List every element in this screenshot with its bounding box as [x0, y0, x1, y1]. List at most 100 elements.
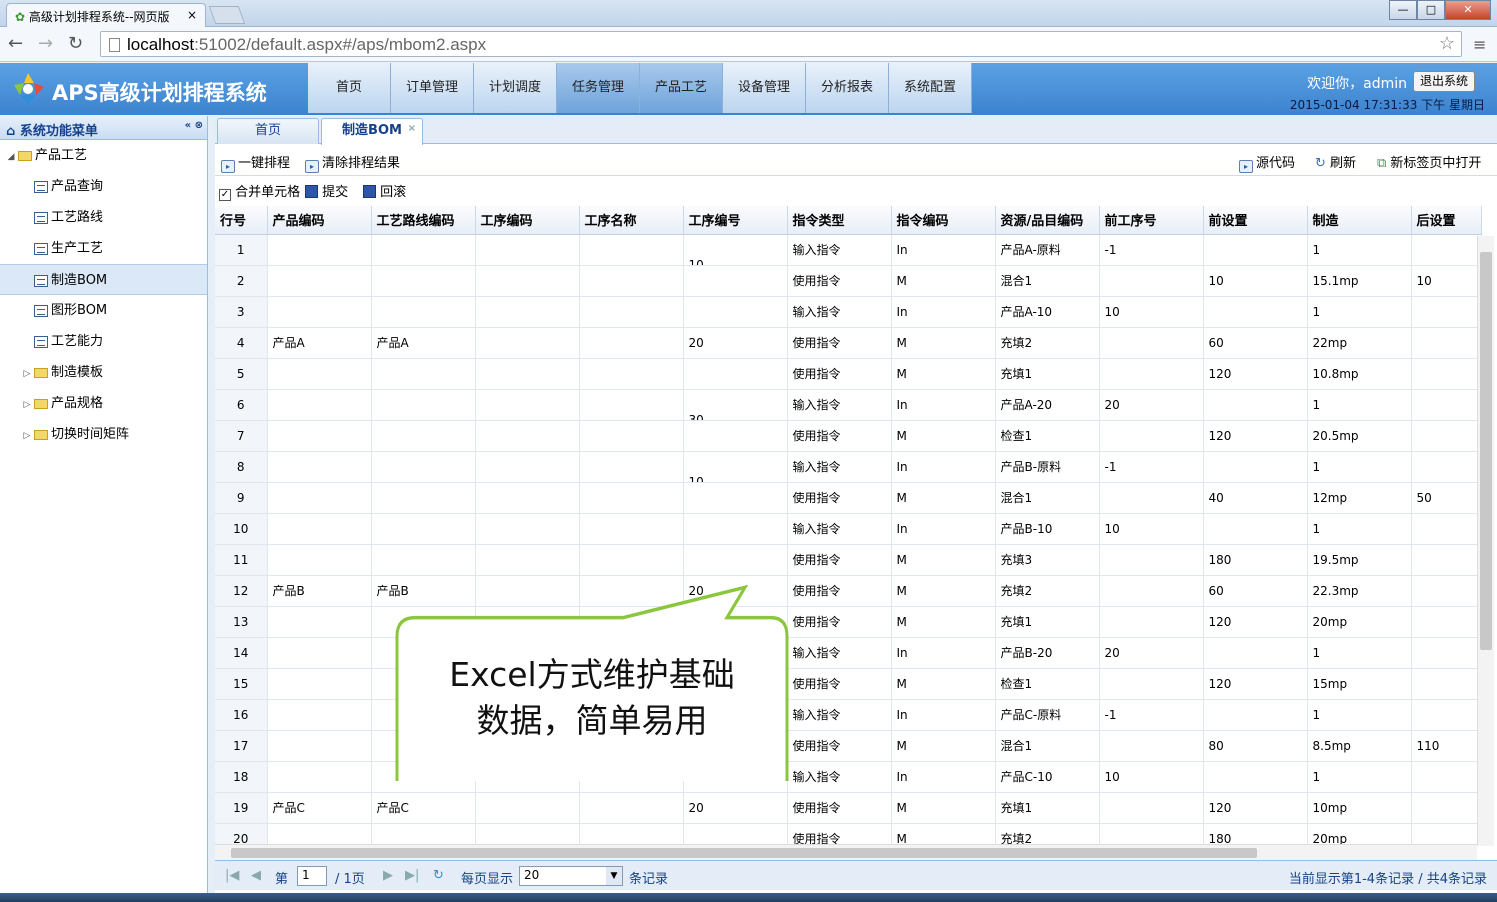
tree-item-manufacturing-bom[interactable]: 制造BOM [0, 264, 207, 295]
table-cell[interactable] [371, 482, 476, 514]
table-cell[interactable] [267, 761, 372, 793]
table-cell[interactable] [1099, 823, 1204, 846]
table-cell[interactable]: 180 [1203, 823, 1308, 846]
table-cell[interactable]: 30 [683, 389, 788, 421]
table-cell[interactable] [579, 544, 684, 576]
table-cell[interactable]: In [891, 389, 996, 421]
table-cell[interactable]: 60 [1203, 327, 1308, 359]
table-cell[interactable]: 120 [1203, 358, 1308, 390]
table-cell[interactable] [1411, 637, 1482, 669]
table-cell[interactable] [475, 327, 580, 359]
table-cell[interactable] [1203, 296, 1308, 328]
table-row[interactable]: 11 使用指令 M 充填3 180 19.5mp [215, 544, 1482, 576]
table-cell[interactable] [475, 451, 580, 483]
table-cell[interactable] [1099, 544, 1204, 576]
table-row[interactable]: 20 使用指令 M 充填2 180 20mp [215, 823, 1482, 846]
table-row[interactable]: 6 30 输入指令 In 产品A-20 20 1 [215, 389, 1482, 421]
table-cell[interactable] [579, 513, 684, 545]
table-row[interactable]: 9 使用指令 M 混合1 40 12mp 50 [215, 482, 1482, 514]
table-cell[interactable]: 1 [1307, 296, 1412, 328]
table-cell[interactable]: 使用指令 [787, 668, 892, 700]
table-cell[interactable] [371, 389, 476, 421]
maximize-button[interactable]: □ [1417, 0, 1445, 20]
panel-splitter[interactable] [208, 116, 215, 902]
table-cell[interactable]: 产品B [267, 575, 372, 607]
table-cell[interactable]: 输入指令 [787, 699, 892, 731]
table-cell[interactable] [371, 420, 476, 452]
table-cell[interactable] [475, 544, 580, 576]
table-cell[interactable]: 输入指令 [787, 451, 892, 483]
table-cell[interactable] [1411, 420, 1482, 452]
table-cell[interactable] [371, 358, 476, 390]
table-cell[interactable] [371, 265, 476, 297]
table-cell[interactable]: 混合1 [995, 730, 1100, 762]
table-cell[interactable]: 使用指令 [787, 730, 892, 762]
table-row[interactable]: 8 10 输入指令 In 产品B-原料 -1 1 [215, 451, 1482, 483]
column-header[interactable]: 指令编码 [891, 206, 996, 235]
table-cell[interactable]: 充填3 [995, 544, 1100, 576]
table-cell[interactable]: M [891, 575, 996, 607]
close-tab-icon[interactable]: × [408, 117, 416, 141]
table-cell[interactable]: M [891, 358, 996, 390]
tree-item-product-query[interactable]: 产品查询 [0, 171, 207, 202]
table-cell[interactable]: 22.3mp [1307, 575, 1412, 607]
table-cell[interactable] [579, 420, 684, 452]
table-cell[interactable] [1411, 358, 1482, 390]
table-cell[interactable] [267, 451, 372, 483]
table-cell[interactable]: 产品A-20 [995, 389, 1100, 421]
table-cell[interactable]: In [891, 234, 996, 266]
table-cell[interactable]: 产品C-10 [995, 761, 1100, 793]
expanded-arrow-icon[interactable]: ◢ [4, 142, 18, 173]
table-row[interactable]: 1 10 输入指令 In 产品A-原料 -1 1 [215, 234, 1482, 266]
table-cell[interactable]: 40 [1203, 482, 1308, 514]
table-cell[interactable]: In [891, 637, 996, 669]
table-cell[interactable] [1203, 513, 1308, 545]
table-cell[interactable]: 检查1 [995, 420, 1100, 452]
table-cell[interactable] [475, 482, 580, 514]
table-cell[interactable]: In [891, 513, 996, 545]
new-tab-button[interactable] [208, 6, 246, 24]
table-cell[interactable] [267, 544, 372, 576]
table-cell[interactable] [267, 730, 372, 762]
table-cell[interactable] [267, 296, 372, 328]
table-cell[interactable] [1411, 234, 1482, 266]
table-cell[interactable]: 检查1 [995, 668, 1100, 700]
table-cell[interactable]: 10.8mp [1307, 358, 1412, 390]
table-cell[interactable] [475, 389, 580, 421]
table-cell[interactable] [1099, 420, 1204, 452]
table-cell[interactable] [1203, 389, 1308, 421]
table-cell[interactable] [683, 482, 788, 514]
column-header[interactable]: 工艺路线编码 [371, 206, 476, 235]
table-cell[interactable]: 1 [1307, 637, 1412, 669]
table-cell[interactable]: 产品A [371, 327, 476, 359]
table-cell[interactable] [579, 327, 684, 359]
table-cell[interactable]: 输入指令 [787, 637, 892, 669]
table-cell[interactable] [1411, 668, 1482, 700]
table-cell[interactable]: 1 [1307, 699, 1412, 731]
table-cell[interactable]: 8.5mp [1307, 730, 1412, 762]
table-cell[interactable]: 120 [1203, 668, 1308, 700]
table-cell[interactable]: 产品B-原料 [995, 451, 1100, 483]
table-cell[interactable]: 1 [1307, 513, 1412, 545]
table-cell[interactable] [1099, 575, 1204, 607]
table-cell[interactable]: In [891, 451, 996, 483]
table-cell[interactable]: In [891, 296, 996, 328]
nav-product-process[interactable]: 产品工艺 [640, 63, 723, 113]
table-cell[interactable] [1099, 327, 1204, 359]
table-cell[interactable]: 80 [1203, 730, 1308, 762]
tree-folder-specs[interactable]: ▷ 产品规格 [0, 388, 207, 419]
table-cell[interactable]: M [891, 668, 996, 700]
table-cell[interactable] [475, 358, 580, 390]
table-cell[interactable] [475, 296, 580, 328]
nav-reports[interactable]: 分析报表 [806, 63, 889, 113]
table-cell[interactable] [371, 823, 476, 846]
table-cell[interactable] [475, 513, 580, 545]
table-cell[interactable] [475, 792, 580, 824]
table-cell[interactable]: 60 [1203, 575, 1308, 607]
table-cell[interactable] [267, 513, 372, 545]
table-cell[interactable]: 输入指令 [787, 296, 892, 328]
table-cell[interactable]: 10 [683, 451, 788, 483]
table-cell[interactable]: 20 [1099, 389, 1204, 421]
table-cell[interactable] [1099, 482, 1204, 514]
table-cell[interactable]: 使用指令 [787, 265, 892, 297]
